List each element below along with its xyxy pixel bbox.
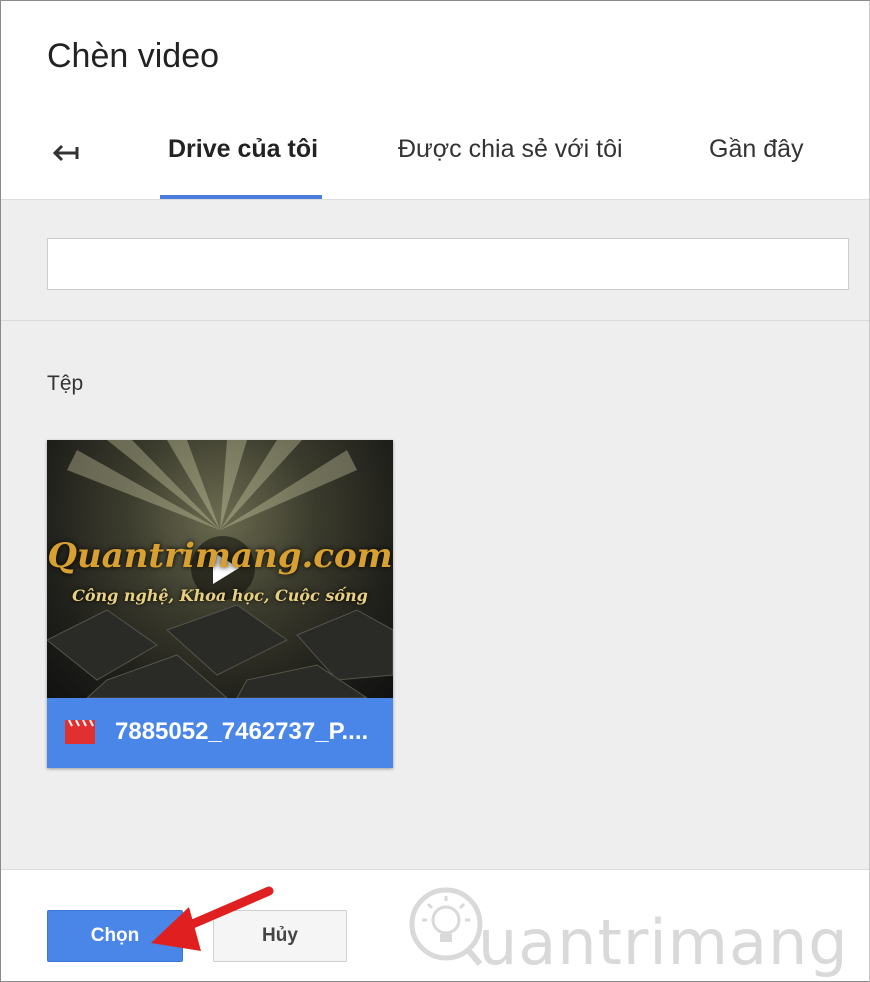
file-name-bar: 7885052_7462737_P.... xyxy=(47,698,393,768)
video-thumbnail: Quantrimang.com Công nghệ, Khoa học, Cuộ… xyxy=(47,440,393,698)
lightbulb-logo-icon xyxy=(409,887,483,966)
file-browser: Tệp Quantrimang.com Công nghệ, Khoa học,… xyxy=(1,199,869,870)
tab-recent[interactable]: Gần đây xyxy=(709,135,804,164)
video-clapper-icon xyxy=(65,720,95,744)
back-arrow-icon xyxy=(52,144,79,162)
files-section-label: Tệp xyxy=(47,372,84,395)
dialog-title: Chèn video xyxy=(47,37,220,75)
tab-shared-with-me[interactable]: Được chia sẻ với tôi xyxy=(398,135,623,164)
watermark-text: uantrimang xyxy=(478,906,849,979)
insert-video-dialog: Chèn video Drive của tôi Được chia sẻ vớ… xyxy=(0,0,870,982)
file-name: 7885052_7462737_P.... xyxy=(115,718,369,745)
dialog-footer: Chọn Hủy uantrimang xyxy=(1,869,869,981)
thumbnail-tagline: Công nghệ, Khoa học, Cuộc sống xyxy=(72,586,368,605)
search-input[interactable] xyxy=(47,238,849,290)
file-card[interactable]: Quantrimang.com Công nghệ, Khoa học, Cuộ… xyxy=(47,440,393,768)
thumbnail-logo: Quantrimang.com xyxy=(47,536,393,576)
tab-bar: Drive của tôi Được chia sẻ với tôi Gần đ… xyxy=(1,111,869,201)
back-button[interactable] xyxy=(41,131,91,175)
red-pointer-arrow-icon xyxy=(151,886,274,951)
watermark: uantrimang xyxy=(406,880,849,980)
divider xyxy=(1,320,869,321)
tab-my-drive[interactable]: Drive của tôi xyxy=(168,135,318,164)
